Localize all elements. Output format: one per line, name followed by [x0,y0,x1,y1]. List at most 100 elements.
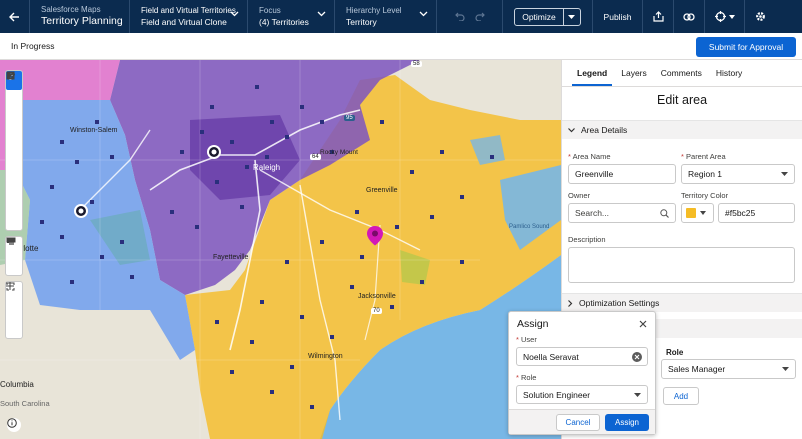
user-input[interactable]: Noella Seravat [516,347,648,366]
territory-map[interactable]: Winston-Salem Raleigh Rocky Mount Charlo… [0,60,561,439]
target-menu-button[interactable] [705,0,745,33]
caret-down-icon [568,14,576,19]
polygon-tool[interactable] [6,72,22,166]
focus-value: (4) Territories [259,17,309,27]
undo-redo-group [437,0,503,33]
optimize-split-button: Optimize [514,7,581,26]
chevron-down-icon [568,127,575,132]
submit-for-approval-button[interactable]: Submit for Approval [696,37,796,57]
plan-status: In Progress [11,41,55,51]
publish-button[interactable]: Publish [593,0,643,33]
back-button[interactable] [0,0,30,33]
zoom-out-button[interactable] [6,282,22,339]
city-label-greenville: Greenville [366,187,398,194]
panel-title: Edit area [656,93,708,107]
minus-icon [6,282,14,284]
state-label-south-carolina: South Carolina [0,399,50,408]
territory-color-field: Territory Color #f5bc25 [681,191,795,223]
ruler-icon [6,237,16,243]
caret-down-icon [728,14,735,19]
assign-header: Assign [509,312,655,335]
fit-bounds-button[interactable] [6,282,22,320]
caret-down-icon [781,172,788,176]
highway-shield-70: 70 [371,308,382,314]
close-icon[interactable] [639,320,647,328]
info-icon [7,418,17,428]
circle-tool[interactable] [6,71,22,128]
share-icon [652,11,664,22]
settings-tool[interactable] [6,71,22,204]
gear-icon [756,12,765,21]
city-label-rocky-mount: Rocky Mount [320,149,358,156]
assign-button[interactable]: Assign [605,413,649,431]
hierarchy-value: Territory [346,17,377,27]
layer-toolbar [5,236,23,276]
tab-comments[interactable]: Comments [656,60,707,86]
territory-color-controls: #f5bc25 [681,203,795,223]
city-label-jacksonville: Jacksonville [358,293,396,300]
color-hex-input[interactable]: #f5bc25 [718,203,795,223]
share-button[interactable] [643,0,674,33]
role-select[interactable]: Sales Manager [661,359,796,379]
plan-status-bar: In Progress Submit for Approval [0,33,802,60]
city-label-raleigh: Raleigh [253,163,281,172]
arrow-left-icon [9,12,19,21]
territory-color-label: Territory Color [681,191,729,200]
optimization-settings-section-header[interactable]: Optimization Settings [562,293,802,312]
assign-body: * User Noella Seravat * Role Solution En… [509,335,655,404]
description-label: Description [568,235,606,244]
add-assignment-button[interactable]: Add [663,387,699,405]
chevron-down-icon [419,11,428,17]
map-info-button[interactable] [7,418,21,432]
highway-shield-64: 64 [310,154,321,160]
cancel-button[interactable]: Cancel [556,413,600,431]
tab-history[interactable]: History [711,60,747,86]
owner-search-input[interactable]: Search... [568,203,676,223]
area-name-field: * Area Name Greenville [568,152,676,184]
caret-down-icon [700,211,706,215]
role-column-header: Role [666,348,684,357]
owner-field: Owner Search... [568,191,676,223]
clear-icon[interactable] [632,352,642,362]
settings-button[interactable] [745,0,776,33]
optimize-button[interactable]: Optimize [515,8,564,25]
link-button[interactable] [674,0,705,33]
parent-area-select[interactable]: Region 1 [681,164,795,184]
focus-selector[interactable]: Focus (4) Territories [248,0,335,33]
crosshair-icon [714,11,726,22]
drawing-toolbar [5,70,23,231]
tab-layers[interactable]: Layers [616,60,652,86]
hierarchy-level-selector[interactable]: Hierarchy Level Territory [335,0,437,33]
area-details-section-header[interactable]: Area Details [562,120,802,139]
chevron-down-icon [317,11,326,17]
select-tool[interactable] [6,72,22,109]
optimize-menu-button[interactable] [564,14,580,19]
color-picker-button[interactable] [681,203,714,223]
assign-popover: Assign * User Noella Seravat * Role Solu… [508,311,656,435]
area-name-input[interactable]: Greenville [568,164,676,184]
city-label-wilmington: Wilmington [308,353,343,360]
owner-label: Owner [568,191,591,200]
tab-legend[interactable]: Legend [572,60,613,86]
highway-shield-95: 95 [344,115,355,121]
user-label: * User [516,335,537,344]
redo-icon[interactable] [474,12,485,21]
plan-selector[interactable]: Field and Virtual Territories Field and … [130,0,248,33]
area-details-label: Area Details [581,125,628,135]
city-label-winston-salem: Winston-Salem [70,127,118,134]
map-canvas[interactable] [0,60,561,439]
link-icon [683,12,695,21]
role-label: * Role [516,373,537,382]
assign-role-select[interactable]: Solution Engineer [516,385,648,404]
rectangle-tool[interactable] [6,71,22,147]
undo-icon[interactable] [454,12,465,21]
parent-area-field: * Parent Area Region 1 [681,152,795,184]
clear-tool[interactable] [6,71,22,223]
measure-tool[interactable] [6,237,22,275]
assign-footer: Cancel Assign [509,409,655,434]
description-textarea[interactable] [568,247,795,283]
chevron-right-icon [568,299,573,307]
city-label-fayetteville: Fayetteville [213,254,249,261]
parent-area-label: * Parent Area [681,152,726,161]
lasso-tool[interactable] [6,71,22,185]
